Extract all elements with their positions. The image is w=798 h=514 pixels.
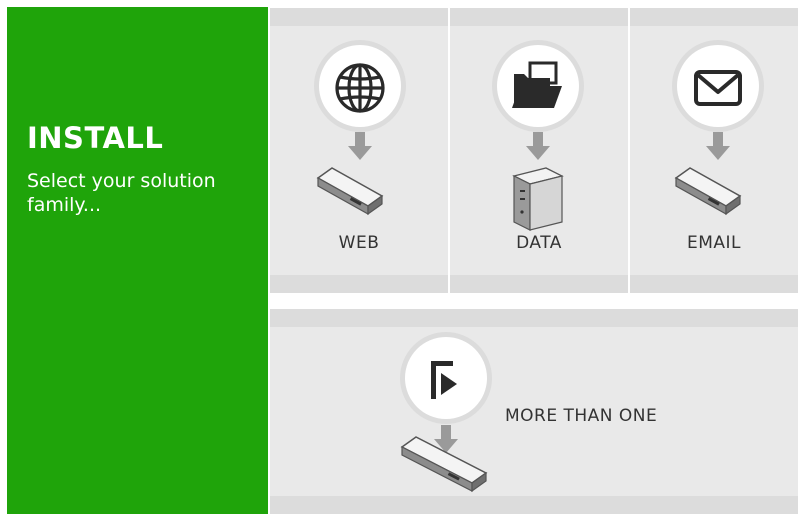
down-arrow-icon [348,132,372,160]
more-than-one-label: MORE THAN ONE [505,406,658,426]
down-arrow-icon [706,132,730,160]
data-label: DATA [516,233,562,253]
install-panel: INSTALL Select your solution family... [7,7,268,514]
option-data-button[interactable]: DATA [450,8,628,293]
option-email-button[interactable]: EMAIL [630,8,798,293]
email-label: EMAIL [686,233,742,253]
install-subtitle: Select your solution family... [27,170,216,216]
server-icon [316,167,384,216]
storage-tower-icon [512,167,564,231]
option-more-than-one-button[interactable]: MORE THAN ONE [270,309,798,514]
option-web-button[interactable]: WEB [270,8,448,293]
install-title: INSTALL [27,121,164,155]
down-arrow-icon [526,132,550,160]
globe-icon [335,63,385,113]
web-label: WEB [338,233,380,253]
server-icon [674,167,742,216]
